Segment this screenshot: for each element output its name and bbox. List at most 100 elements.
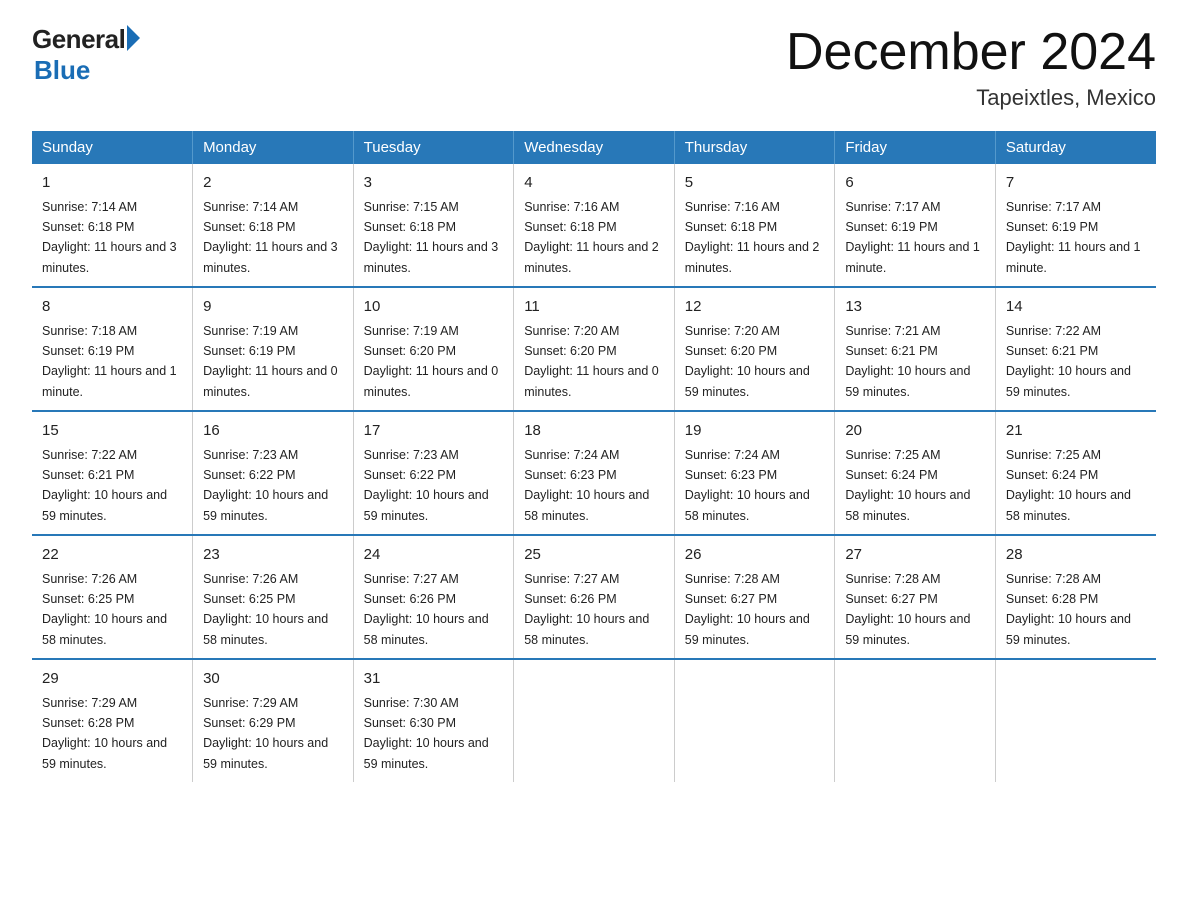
calendar-cell: 19Sunrise: 7:24 AMSunset: 6:23 PMDayligh… (674, 411, 835, 535)
calendar-cell: 29 Sunrise: 7:29 AMSunset: 6:28 PMDayligh… (32, 659, 193, 782)
calendar-cell: 27Sunrise: 7:28 AMSunset: 6:27 PMDayligh… (835, 535, 996, 659)
calendar-cell: 5 Sunrise: 7:16 AMSunset: 6:18 PMDaylight… (674, 164, 835, 287)
calendar-body: 1 Sunrise: 7:14 AMSunset: 6:18 PMDaylight… (32, 164, 1156, 782)
day-info: Sunrise: 7:15 AMSunset: 6:18 PMDaylight:… (364, 200, 499, 275)
calendar-row: 29 Sunrise: 7:29 AMSunset: 6:28 PMDayligh… (32, 659, 1156, 782)
day-number: 25 (524, 544, 664, 567)
calendar-cell: 20 Sunrise: 7:25 AMSunset: 6:24 PMDayligh… (835, 411, 996, 535)
day-number: 23 (203, 544, 343, 567)
day-info: Sunrise: 7:20 AMSunset: 6:20 PMDaylight:… (685, 324, 810, 399)
calendar-cell: 31Sunrise: 7:30 AMSunset: 6:30 PMDayligh… (353, 659, 514, 782)
day-number: 18 (524, 420, 664, 443)
logo: General Blue (32, 24, 140, 86)
calendar-cell: 30 Sunrise: 7:29 AMSunset: 6:29 PMDayligh… (193, 659, 354, 782)
day-info: Sunrise: 7:23 AMSunset: 6:22 PMDaylight:… (203, 448, 328, 523)
day-number: 4 (524, 172, 664, 195)
day-info: Sunrise: 7:17 AMSunset: 6:19 PMDaylight:… (1006, 200, 1141, 275)
day-number: 10 (364, 296, 504, 319)
calendar-table: SundayMondayTuesdayWednesdayThursdayFrid… (32, 131, 1156, 782)
calendar-cell: 4 Sunrise: 7:16 AMSunset: 6:18 PMDaylight… (514, 164, 675, 287)
calendar-cell (995, 659, 1156, 782)
day-number: 26 (685, 544, 825, 567)
day-info: Sunrise: 7:22 AMSunset: 6:21 PMDaylight:… (42, 448, 167, 523)
day-info: Sunrise: 7:29 AMSunset: 6:29 PMDaylight:… (203, 696, 328, 771)
month-year-title: December 2024 (786, 24, 1156, 81)
calendar-cell (514, 659, 675, 782)
day-info: Sunrise: 7:27 AMSunset: 6:26 PMDaylight:… (524, 572, 649, 647)
day-number: 21 (1006, 420, 1146, 443)
calendar-cell: 11Sunrise: 7:20 AMSunset: 6:20 PMDayligh… (514, 287, 675, 411)
calendar-cell: 3 Sunrise: 7:15 AMSunset: 6:18 PMDaylight… (353, 164, 514, 287)
day-number: 6 (845, 172, 985, 195)
calendar-cell: 25 Sunrise: 7:27 AMSunset: 6:26 PMDayligh… (514, 535, 675, 659)
calendar-cell: 18 Sunrise: 7:24 AMSunset: 6:23 PMDayligh… (514, 411, 675, 535)
day-number: 5 (685, 172, 825, 195)
calendar-cell (674, 659, 835, 782)
day-info: Sunrise: 7:20 AMSunset: 6:20 PMDaylight:… (524, 324, 659, 399)
day-info: Sunrise: 7:16 AMSunset: 6:18 PMDaylight:… (524, 200, 659, 275)
day-info: Sunrise: 7:24 AMSunset: 6:23 PMDaylight:… (524, 448, 649, 523)
day-info: Sunrise: 7:25 AMSunset: 6:24 PMDaylight:… (1006, 448, 1131, 523)
day-number: 20 (845, 420, 985, 443)
calendar-cell: 13Sunrise: 7:21 AMSunset: 6:21 PMDayligh… (835, 287, 996, 411)
day-info: Sunrise: 7:25 AMSunset: 6:24 PMDaylight:… (845, 448, 970, 523)
day-number: 7 (1006, 172, 1146, 195)
logo-triangle-icon (127, 25, 140, 51)
calendar-cell: 17 Sunrise: 7:23 AMSunset: 6:22 PMDayligh… (353, 411, 514, 535)
day-number: 27 (845, 544, 985, 567)
calendar-cell: 15Sunrise: 7:22 AMSunset: 6:21 PMDayligh… (32, 411, 193, 535)
header-cell-wednesday: Wednesday (514, 131, 675, 164)
day-info: Sunrise: 7:14 AMSunset: 6:18 PMDaylight:… (203, 200, 338, 275)
calendar-header: SundayMondayTuesdayWednesdayThursdayFrid… (32, 131, 1156, 164)
header-cell-friday: Friday (835, 131, 996, 164)
day-number: 3 (364, 172, 504, 195)
calendar-cell: 10Sunrise: 7:19 AMSunset: 6:20 PMDayligh… (353, 287, 514, 411)
calendar-cell: 6 Sunrise: 7:17 AMSunset: 6:19 PMDaylight… (835, 164, 996, 287)
day-number: 22 (42, 544, 182, 567)
day-info: Sunrise: 7:28 AMSunset: 6:27 PMDaylight:… (685, 572, 810, 647)
day-number: 1 (42, 172, 182, 195)
calendar-cell: 14Sunrise: 7:22 AMSunset: 6:21 PMDayligh… (995, 287, 1156, 411)
day-info: Sunrise: 7:19 AMSunset: 6:19 PMDaylight:… (203, 324, 338, 399)
day-number: 31 (364, 668, 504, 691)
day-number: 29 (42, 668, 182, 691)
header-cell-thursday: Thursday (674, 131, 835, 164)
calendar-row: 8Sunrise: 7:18 AMSunset: 6:19 PMDaylight… (32, 287, 1156, 411)
day-info: Sunrise: 7:24 AMSunset: 6:23 PMDaylight:… (685, 448, 810, 523)
day-number: 13 (845, 296, 985, 319)
calendar-cell: 26 Sunrise: 7:28 AMSunset: 6:27 PMDayligh… (674, 535, 835, 659)
logo-general-text: General (32, 24, 125, 55)
day-number: 17 (364, 420, 504, 443)
calendar-row: 22Sunrise: 7:26 AMSunset: 6:25 PMDayligh… (32, 535, 1156, 659)
day-info: Sunrise: 7:16 AMSunset: 6:18 PMDaylight:… (685, 200, 820, 275)
header-cell-tuesday: Tuesday (353, 131, 514, 164)
calendar-cell: 2Sunrise: 7:14 AMSunset: 6:18 PMDaylight… (193, 164, 354, 287)
header-cell-saturday: Saturday (995, 131, 1156, 164)
calendar-cell (835, 659, 996, 782)
day-info: Sunrise: 7:17 AMSunset: 6:19 PMDaylight:… (845, 200, 980, 275)
day-number: 12 (685, 296, 825, 319)
calendar-cell: 28 Sunrise: 7:28 AMSunset: 6:28 PMDayligh… (995, 535, 1156, 659)
logo-blue-text: Blue (34, 55, 90, 86)
day-info: Sunrise: 7:27 AMSunset: 6:26 PMDaylight:… (364, 572, 489, 647)
calendar-cell: 16Sunrise: 7:23 AMSunset: 6:22 PMDayligh… (193, 411, 354, 535)
day-number: 9 (203, 296, 343, 319)
day-number: 28 (1006, 544, 1146, 567)
day-info: Sunrise: 7:23 AMSunset: 6:22 PMDaylight:… (364, 448, 489, 523)
calendar-cell: 24 Sunrise: 7:27 AMSunset: 6:26 PMDayligh… (353, 535, 514, 659)
calendar-cell: 9 Sunrise: 7:19 AMSunset: 6:19 PMDaylight… (193, 287, 354, 411)
calendar-cell: 21 Sunrise: 7:25 AMSunset: 6:24 PMDayligh… (995, 411, 1156, 535)
header-cell-sunday: Sunday (32, 131, 193, 164)
day-number: 14 (1006, 296, 1146, 319)
calendar-cell: 1Sunrise: 7:14 AMSunset: 6:18 PMDaylight… (32, 164, 193, 287)
day-info: Sunrise: 7:29 AMSunset: 6:28 PMDaylight:… (42, 696, 167, 771)
calendar-cell: 22Sunrise: 7:26 AMSunset: 6:25 PMDayligh… (32, 535, 193, 659)
header-row: SundayMondayTuesdayWednesdayThursdayFrid… (32, 131, 1156, 164)
day-info: Sunrise: 7:28 AMSunset: 6:28 PMDaylight:… (1006, 572, 1131, 647)
calendar-row: 1 Sunrise: 7:14 AMSunset: 6:18 PMDaylight… (32, 164, 1156, 287)
header-cell-monday: Monday (193, 131, 354, 164)
day-number: 30 (203, 668, 343, 691)
title-area: December 2024 Tapeixtles, Mexico (786, 24, 1156, 111)
header: General Blue December 2024 Tapeixtles, M… (32, 24, 1156, 111)
day-number: 24 (364, 544, 504, 567)
